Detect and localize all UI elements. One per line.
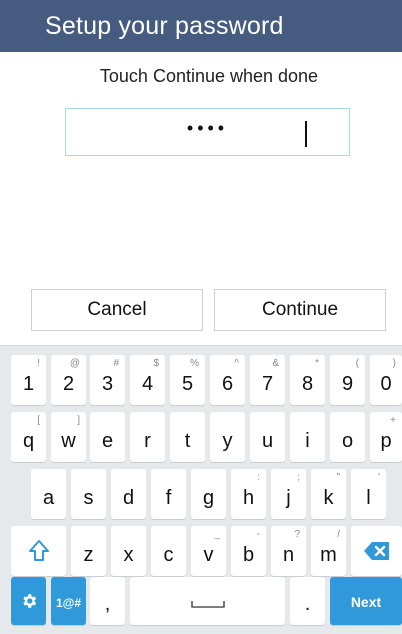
space-bar-icon bbox=[130, 577, 285, 625]
key-6[interactable]: ^ 6 bbox=[210, 355, 245, 405]
key-2[interactable]: @2 bbox=[51, 355, 86, 405]
key-3[interactable]: #3 bbox=[90, 355, 125, 405]
shift-key[interactable] bbox=[11, 526, 66, 576]
key-p[interactable]: + p bbox=[370, 412, 402, 462]
backspace-icon bbox=[351, 526, 402, 576]
key-d[interactable]: d bbox=[111, 469, 146, 519]
key-f[interactable]: f bbox=[151, 469, 186, 519]
gear-icon bbox=[11, 577, 46, 625]
key-h[interactable]: :h bbox=[231, 469, 266, 519]
keyboard: ! 1 @2 #3 $4 % 5 ^ 6 & 7 * 8 (9 ) 0 [q ] w e r … bbox=[0, 345, 402, 634]
key-e[interactable]: e bbox=[90, 412, 125, 462]
key-i[interactable]: i bbox=[290, 412, 325, 462]
key-j[interactable]: ; j bbox=[271, 469, 306, 519]
key-l[interactable]: ' l bbox=[351, 469, 386, 519]
key-q[interactable]: [q bbox=[11, 412, 46, 462]
key-7[interactable]: & 7 bbox=[250, 355, 285, 405]
symbols-key[interactable]: 1@# bbox=[51, 577, 86, 625]
password-field[interactable]: •••• bbox=[65, 108, 350, 156]
instruction-text: Touch Continue when done bbox=[99, 66, 319, 86]
key-a[interactable]: a bbox=[31, 469, 66, 519]
key-b[interactable]: -b bbox=[231, 526, 266, 576]
key-m[interactable]: / m bbox=[311, 526, 346, 576]
key-o[interactable]: o bbox=[330, 412, 365, 462]
key-y[interactable]: y bbox=[210, 412, 245, 462]
shift-icon bbox=[11, 526, 66, 576]
key-g[interactable]: g bbox=[191, 469, 226, 519]
key-0[interactable]: ) 0 bbox=[370, 355, 402, 405]
key-1[interactable]: ! 1 bbox=[11, 355, 46, 405]
settings-key[interactable] bbox=[11, 577, 46, 625]
key-r[interactable]: r bbox=[130, 412, 165, 462]
title-bar: Setup your password bbox=[0, 0, 402, 52]
key-w[interactable]: ] w bbox=[51, 412, 86, 462]
key-5[interactable]: % 5 bbox=[170, 355, 205, 405]
key-u[interactable]: u bbox=[250, 412, 285, 462]
key-n[interactable]: ? n bbox=[271, 526, 306, 576]
key-z[interactable]: z bbox=[71, 526, 106, 576]
key-s[interactable]: s bbox=[71, 469, 106, 519]
key-9[interactable]: (9 bbox=[330, 355, 365, 405]
key-k[interactable]: " k bbox=[311, 469, 346, 519]
page-title: Setup your password bbox=[45, 12, 284, 40]
space-key[interactable] bbox=[130, 577, 285, 625]
key-4[interactable]: $4 bbox=[130, 355, 165, 405]
text-cursor bbox=[305, 121, 307, 147]
comma-key[interactable]: , bbox=[90, 577, 125, 625]
continue-button[interactable]: Continue bbox=[214, 289, 386, 331]
key-v[interactable]: _ v bbox=[191, 526, 226, 576]
backspace-key[interactable] bbox=[351, 526, 402, 576]
next-key[interactable]: Next bbox=[330, 577, 402, 625]
key-8[interactable]: * 8 bbox=[290, 355, 325, 405]
key-t[interactable]: t bbox=[170, 412, 205, 462]
period-key[interactable]: . bbox=[290, 577, 325, 625]
cancel-button[interactable]: Cancel bbox=[31, 289, 203, 331]
key-x[interactable]: x bbox=[111, 526, 146, 576]
key-c[interactable]: c bbox=[151, 526, 186, 576]
